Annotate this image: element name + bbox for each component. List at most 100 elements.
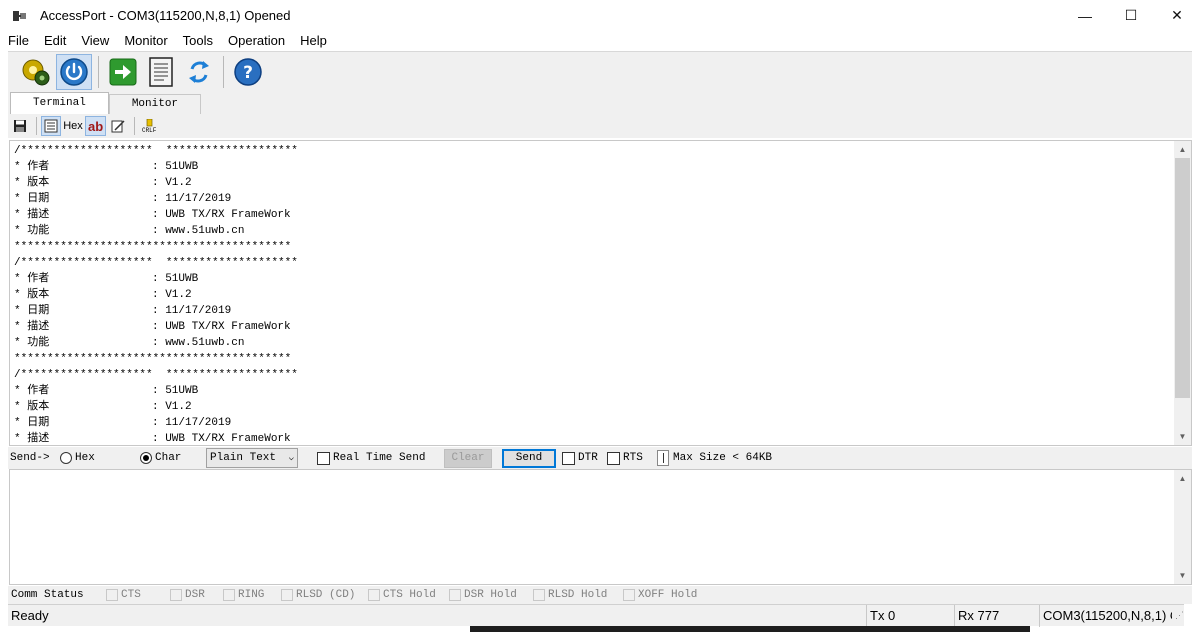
terminal-value: : V1.2 — [152, 289, 192, 301]
refresh-button[interactable] — [181, 54, 217, 90]
max-size-label: Max Size < 64KB — [673, 452, 773, 464]
status-dsr-hold: DSR Hold — [449, 589, 521, 601]
terminal-key: * 描述 — [14, 209, 50, 221]
document-button[interactable] — [143, 54, 179, 90]
terminal-value: : 51UWB — [152, 385, 199, 397]
edit-button[interactable] — [108, 116, 128, 136]
tab-monitor[interactable]: Monitor — [108, 94, 202, 114]
divider — [657, 450, 669, 466]
hex-radio[interactable] — [60, 452, 72, 464]
rts-label: RTS — [623, 452, 643, 464]
terminal-line: * 版本: V1.2 — [14, 287, 1164, 303]
terminal-footer-line: ****************************************… — [14, 241, 292, 253]
status-ring: RING — [223, 589, 269, 601]
terminal-toolbar: Hex ab CRLF — [8, 114, 1192, 138]
power-button[interactable] — [56, 54, 92, 90]
terminal-key: * 功能 — [14, 225, 50, 237]
document-icon — [149, 57, 173, 87]
send-text-area[interactable]: ▲ ▼ — [9, 469, 1192, 585]
power-icon — [60, 58, 88, 86]
help-icon: ? — [234, 58, 262, 86]
terminal-value: : UWB TX/RX FrameWork — [152, 321, 291, 333]
scroll-down-icon[interactable]: ▼ — [1174, 567, 1191, 584]
terminal-value: : www.51uwb.cn — [152, 225, 245, 237]
terminal-key: * 作者 — [14, 273, 50, 285]
status-label: RING — [238, 589, 265, 601]
grid-view-icon — [44, 119, 58, 133]
status-port: COM3(115200,N,8,1) Opened — [1039, 604, 1172, 627]
ab-text-button[interactable]: ab — [85, 116, 107, 136]
terminal-value: : 51UWB — [152, 273, 199, 285]
tab-terminal[interactable]: Terminal — [10, 92, 109, 114]
terminal-scrollbar[interactable]: ▲ ▼ — [1174, 141, 1191, 445]
terminal-key: * 日期 — [14, 305, 50, 317]
scroll-up-icon[interactable]: ▲ — [1174, 470, 1191, 487]
edit-pencil-icon — [111, 120, 125, 133]
terminal-output[interactable]: /******************** ******************… — [9, 140, 1192, 446]
scroll-thumb[interactable] — [1175, 158, 1190, 398]
terminal-line: * 作者: 51UWB — [14, 383, 1164, 399]
terminal-lines: /******************** ******************… — [14, 143, 1164, 445]
status-label: CTS — [121, 589, 141, 601]
go-arrow-icon — [109, 58, 137, 86]
status-ready: Ready — [11, 607, 49, 623]
terminal-line: * 日期: 11/17/2019 — [14, 415, 1164, 431]
status-rlsd: RLSD (CD) — [281, 589, 356, 601]
save-button[interactable] — [10, 116, 30, 136]
menu-view[interactable]: View — [73, 31, 116, 51]
menu-monitor[interactable]: Monitor — [116, 31, 174, 51]
menu-edit[interactable]: Edit — [36, 31, 73, 51]
menu-file[interactable]: File — [0, 31, 36, 51]
status-label: CTS Hold — [383, 589, 436, 601]
realtime-send-checkbox[interactable] — [317, 451, 330, 465]
terminal-key: * 日期 — [14, 417, 50, 429]
terminal-key: * 作者 — [14, 161, 50, 173]
terminal-key: * 日期 — [14, 193, 50, 205]
status-cts: CTS — [106, 589, 158, 601]
scroll-up-icon[interactable]: ▲ — [1174, 141, 1191, 158]
terminal-line: * 功能 : www.51uwb.cn — [14, 223, 1164, 239]
terminal-line: * 日期: 11/17/2019 — [14, 191, 1164, 207]
status-rlsd-hold: RLSD Hold — [533, 589, 611, 601]
terminal-line: * 作者 : 51UWB — [14, 271, 1164, 287]
menu-help[interactable]: Help — [292, 31, 334, 51]
help-button[interactable]: ? — [230, 54, 266, 90]
terminal-header-line: /******************** ******************… — [14, 145, 298, 157]
terminal-header-line: /******************** ******************… — [14, 257, 298, 269]
terminal-footer-line: ****************************************… — [14, 353, 292, 365]
status-label: RLSD Hold — [548, 589, 608, 601]
send-scrollbar[interactable]: ▲ ▼ — [1174, 470, 1191, 584]
send-mode-select[interactable]: Plain Text ⌵ — [206, 448, 298, 468]
crlf-button[interactable]: CRLF — [139, 116, 159, 136]
hex-button[interactable]: Hex — [63, 116, 83, 136]
hex-view-button[interactable] — [41, 116, 61, 136]
window-controls: — ☐ ✕ — [1062, 0, 1200, 31]
terminal-line: * 版本: V1.2 — [14, 175, 1164, 191]
resize-grip-icon[interactable]: ⋰ — [1172, 610, 1184, 621]
close-button[interactable]: ✕ — [1154, 0, 1200, 31]
config-button[interactable] — [18, 54, 54, 90]
terminal-key: * 功能 — [14, 337, 50, 349]
clear-button[interactable]: Clear — [444, 448, 492, 468]
hex-radio-label: Hex — [75, 452, 95, 464]
toolbar-separator — [223, 56, 224, 88]
status-dsr: DSR — [170, 589, 211, 601]
rts-checkbox[interactable] — [607, 451, 620, 465]
char-radio[interactable] — [140, 452, 152, 464]
go-button[interactable] — [105, 54, 141, 90]
minimize-button[interactable]: — — [1062, 0, 1108, 31]
status-label: XOFF Hold — [638, 589, 698, 601]
view-tabs: Terminal Monitor — [8, 92, 1192, 114]
scroll-down-icon[interactable]: ▼ — [1174, 428, 1191, 445]
dtr-checkbox[interactable] — [562, 451, 575, 465]
send-button[interactable]: Send — [502, 448, 556, 468]
toolbar-separator — [36, 117, 37, 135]
comm-status-label: Comm Status — [11, 589, 84, 601]
menu-operation[interactable]: Operation — [220, 31, 292, 51]
maximize-button[interactable]: ☐ — [1108, 0, 1154, 31]
save-disk-icon — [14, 120, 26, 132]
menu-tools[interactable]: Tools — [175, 31, 220, 51]
status-tx-count: Tx 0 — [866, 604, 954, 627]
chevron-down-icon: ⌵ — [288, 453, 294, 463]
status-checkbox — [368, 589, 380, 601]
